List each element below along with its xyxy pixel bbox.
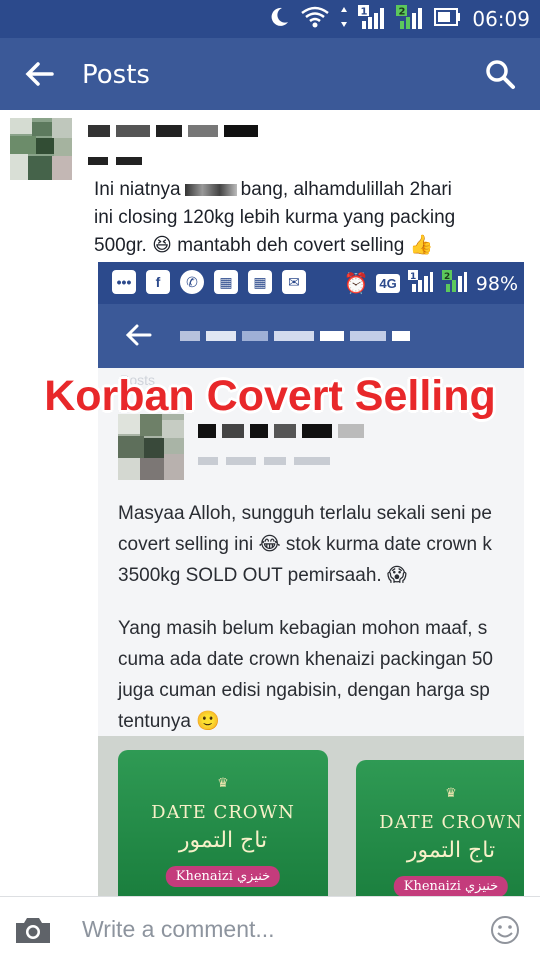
embedded-line: Yang masih belum kebagian mohon maaf, s (118, 618, 488, 639)
post-text-line1b: bang, alhamdulillah 2hari (240, 179, 452, 200)
embedded-signal-icon: 1 (407, 270, 434, 297)
embedded-signal-icon-2: 2 (441, 270, 468, 297)
camera-icon[interactable] (14, 915, 52, 945)
post-text-line2: ini closing 120kg lebih kurma yang packi… (94, 207, 456, 228)
battery-icon (434, 7, 462, 31)
crown-icon: ♛ (445, 786, 457, 801)
page-title: Posts (82, 60, 150, 90)
product-photo: ♛ DATE CROWN تاج التمور Khenaizi خنيزي ♛… (98, 736, 524, 896)
embedded-author-redacted (198, 424, 370, 443)
overlay-caption: Korban Covert Selling (44, 372, 496, 420)
embedded-line: 3500kg SOLD OUT pemirsaah. 😱 (118, 565, 407, 586)
mail-icon: ✉ (282, 270, 306, 294)
post-text-line1: Ini niatnya (94, 179, 181, 200)
embedded-status-bar: ••• f ✆ ▦ ▦ ✉ ⏰ 4G 1 2 98% (98, 262, 524, 304)
bag-variant: Khenaizi خنيزي (393, 876, 509, 896)
comment-bar (0, 896, 540, 960)
comment-input[interactable] (70, 909, 470, 949)
chat-icon: ••• (112, 270, 136, 294)
sim2-label: 2 (399, 6, 406, 17)
battery-level: 98% (475, 272, 518, 295)
facebook-icon: f (146, 270, 170, 294)
author-name-redacted[interactable] (88, 124, 264, 137)
data-arrows-icon (340, 6, 348, 33)
whatsapp-icon: ✆ (180, 270, 204, 294)
bbm-icon: ▦ (214, 270, 238, 294)
status-time: 06:09 (472, 7, 530, 31)
avatar[interactable] (10, 118, 72, 180)
embedded-sim2-label: 2 (444, 272, 450, 282)
app-bar: Posts (0, 38, 540, 110)
back-arrow-icon[interactable] (24, 58, 56, 90)
sim1-label: 1 (361, 6, 368, 17)
status-bar: 1 2 06:09 (0, 0, 540, 38)
embedded-meta-redacted (198, 452, 338, 470)
bag-arabic: تاج التمور (406, 838, 496, 863)
date-bag-left: ♛ DATE CROWN تاج التمور Khenaizi خنيزي (118, 750, 328, 896)
crown-icon: ♛ (217, 776, 229, 791)
embedded-app-bar (98, 304, 524, 368)
embedded-line: covert selling ini 😂 stok kurma date cro… (118, 534, 492, 555)
post-body: Ini niatnya bang, alhamdulillah 2hari ini… (94, 176, 534, 260)
network-type-badge: 4G (376, 274, 400, 293)
embedded-title-redacted (180, 328, 416, 341)
moon-icon (268, 6, 290, 33)
emoji-icon[interactable] (490, 915, 520, 945)
embedded-line: tentunya 🙂 (118, 711, 220, 732)
embedded-line: Masyaa Alloh, sungguh terlalu sekali sen… (118, 503, 492, 524)
embedded-screenshot[interactable]: ••• f ✆ ▦ ▦ ✉ ⏰ 4G 1 2 98% Posts Masyaa … (98, 262, 524, 896)
embedded-post-body: Masyaa Alloh, sungguh terlalu sekali sen… (118, 498, 524, 759)
bag-brand: DATE CROWN (151, 802, 295, 823)
embedded-line: cuma ada date crown khenaizi packingan 5… (118, 649, 493, 670)
redacted-word (184, 183, 237, 196)
wifi-icon (300, 5, 330, 34)
bag-brand: DATE CROWN (379, 812, 523, 833)
bbm-icon-2: ▦ (248, 270, 272, 294)
embedded-line: juga cuman edisi ngabisin, dengan harga … (118, 680, 490, 701)
post-card: Ini niatnya bang, alhamdulillah 2hari ini… (0, 110, 540, 896)
date-bag-right: ♛ DATE CROWN تاج التمور Khenaizi خنيزي (356, 760, 524, 896)
alarm-icon: ⏰ (343, 273, 369, 295)
search-icon[interactable] (484, 58, 516, 90)
embedded-back-arrow-icon (124, 320, 154, 350)
post-text-line3: 500gr. 😆 mantabh deh covert selling 👍 (94, 235, 434, 256)
embedded-sim1-label: 1 (410, 272, 416, 282)
bag-arabic: تاج التمور (178, 828, 268, 853)
signal-icon: 1 (358, 4, 386, 34)
post-meta-redacted (88, 152, 150, 170)
bag-variant: Khenaizi خنيزي (165, 866, 281, 887)
embedded-avatar (118, 414, 184, 480)
signal-icon-2: 2 (396, 4, 424, 34)
